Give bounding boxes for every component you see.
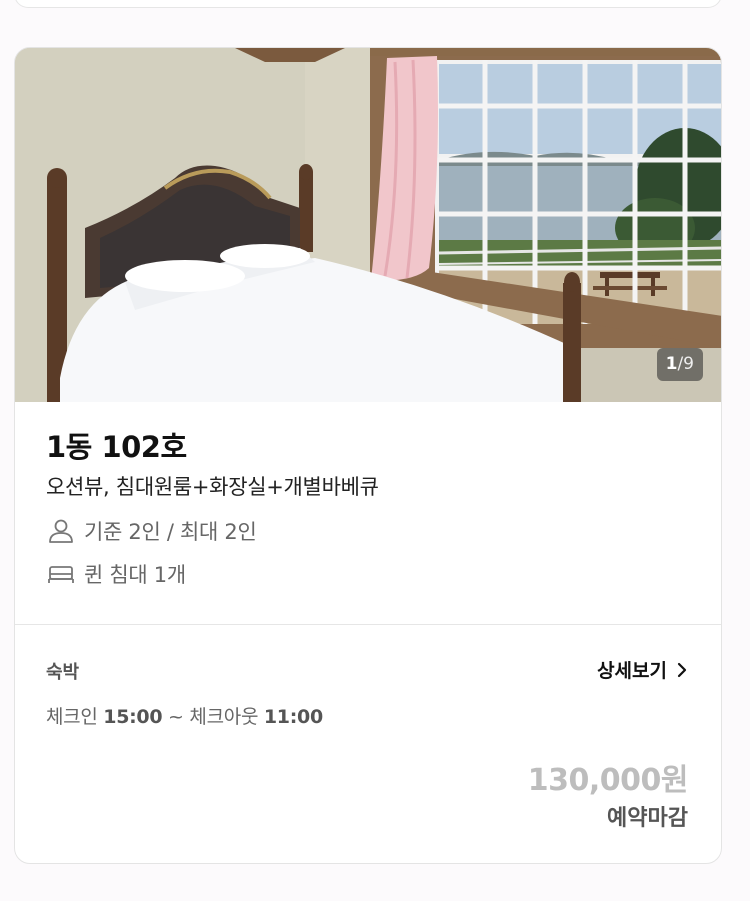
booking-status: 예약마감 [607,806,688,831]
chevron-right-icon [677,662,687,677]
room-photo[interactable]: 1 / 9 [15,48,721,402]
photo-counter: 1 / 9 [656,348,703,381]
room-bed-text: 퀸 침대 1개 [84,563,186,587]
divider [15,624,721,625]
room-description: 오션뷰, 침대원룸+화장실+개별바베큐 [46,475,379,499]
check-separator: ~ [168,706,184,728]
bed-icon [46,561,76,587]
checkin-label: 체크인 [46,706,98,728]
checkin-time: 15:00 [103,706,163,728]
stay-type-label: 숙박 [46,662,80,683]
room-card[interactable]: 1 / 9 1동 102호 오션뷰, 침대원룸+화장실+개별바베큐 기준 2인 … [14,47,722,864]
previous-room-card [14,0,722,8]
room-price: 130,000원 [527,763,689,798]
room-capacity: 기준 2인 / 최대 2인 [46,516,257,546]
checkout-time: 11:00 [263,706,323,728]
check-times: 체크인 15:00 ~ 체크아웃 11:00 [46,702,323,729]
room-bed: 퀸 침대 1개 [46,559,186,589]
room-photo-illustration [15,48,721,402]
room-name: 1동 102호 [46,430,187,464]
photo-counter-current: 1 [665,354,678,374]
detail-link[interactable]: 상세보기 [597,656,687,683]
room-capacity-text: 기준 2인 / 최대 2인 [84,520,257,544]
checkout-label: 체크아웃 [189,706,259,728]
person-icon [46,518,76,544]
detail-link-label: 상세보기 [597,660,667,682]
photo-counter-total: 9 [683,354,694,374]
